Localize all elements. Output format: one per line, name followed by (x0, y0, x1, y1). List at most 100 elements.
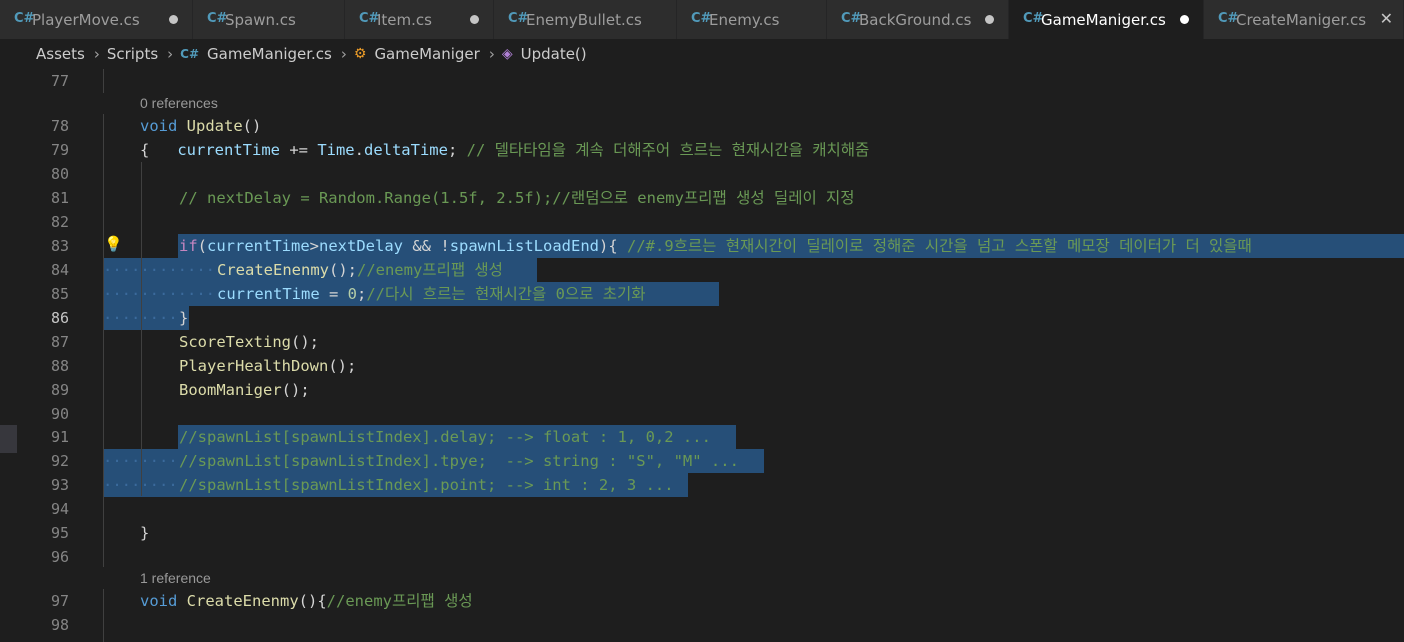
token-function: CreateEnenmy (217, 261, 329, 279)
line-number-current: 86 (50, 309, 69, 327)
code-line: 81 // nextDelay = Random.Range(1.5f, 2.5… (0, 186, 1404, 210)
token-punct: ){ (599, 237, 627, 255)
token-punct: (){ (298, 592, 327, 610)
line-number: 98 (50, 616, 69, 634)
chevron-right-icon: › (488, 45, 495, 63)
token-punct: ( (197, 237, 208, 255)
token-variable: nextDelay (319, 237, 404, 255)
code-editor[interactable]: 0 references 1 reference 💡 77 78 void Up… (0, 69, 1404, 642)
token-keyword: void (140, 592, 178, 610)
token-class: Time (317, 141, 355, 159)
unsaved-dot-icon[interactable] (985, 15, 994, 24)
code-line: 86 ········ } (0, 306, 1404, 330)
line-number: 78 (50, 117, 69, 135)
unsaved-dot-icon[interactable] (470, 15, 479, 24)
code-line: 93 ········ //spawnList[spawnListIndex].… (0, 473, 1404, 497)
token-punct: } (140, 524, 150, 542)
codelens-references[interactable]: 0 references (140, 93, 218, 113)
token-variable: currentTime (177, 141, 280, 159)
code-line: 78 void Update() (0, 114, 1404, 138)
unsaved-dot-icon[interactable] (1180, 15, 1189, 24)
line-number: 77 (50, 72, 69, 90)
tab-label: GameManiger.cs (1041, 10, 1166, 29)
code-text: BoomManiger(); (179, 378, 310, 402)
tab-item[interactable]: C# Item.cs (345, 0, 494, 39)
line-number: 83 (50, 237, 69, 255)
token-punct: ; (357, 285, 367, 303)
token-punct: . (354, 141, 364, 159)
line-number: 81 (50, 189, 69, 207)
token-operator: += (279, 141, 318, 159)
code-line: 80 (0, 162, 1404, 186)
tab-label: Enemy.cs (709, 10, 780, 29)
line-number: 93 (50, 476, 69, 494)
token-punct: (); (328, 261, 357, 279)
tab-label: BackGround.cs (859, 10, 972, 29)
token-function: PlayerHealthDown (179, 357, 329, 375)
code-text: PlayerHealthDown(); (179, 354, 356, 378)
code-line: 97 void CreateEnenmy(){//enemy프리팹 생성 (0, 589, 1404, 613)
breadcrumb-method[interactable]: Update() (521, 45, 587, 63)
code-line: 91 //spawnList[spawnListIndex].delay; --… (0, 425, 1404, 449)
breadcrumb-scripts[interactable]: Scripts (107, 45, 158, 63)
token-comment: //spawnList[spawnListIndex].delay; --> f… (179, 428, 711, 446)
chevron-right-icon: › (340, 45, 347, 63)
tab-enemy[interactable]: C# Enemy.cs (677, 0, 827, 39)
tab-gamemaniger[interactable]: C# GameManiger.cs (1009, 0, 1204, 39)
method-cube-icon: ◈ (501, 46, 513, 62)
breadcrumb-class[interactable]: GameManiger (374, 45, 479, 63)
whitespace-marker: ············ (103, 285, 215, 303)
line-number: 89 (50, 381, 69, 399)
token-variable: spawnListLoadEnd (449, 237, 599, 255)
code-text: void CreateEnenmy(){//enemy프리팹 생성 (140, 589, 473, 613)
token-comment: // nextDelay = Random.Range(1.5f, 2.5f);… (179, 189, 855, 207)
tab-createmaniger[interactable]: C# CreateManiger.cs ✕ (1204, 0, 1404, 39)
whitespace-marker: ········ (103, 309, 178, 327)
breadcrumb: Assets › Scripts › C# GameManiger.cs › ⚙… (0, 39, 1404, 69)
editor-tab-bar: C# PlayerMove.cs C# Spawn.cs C# Item.cs … (0, 0, 1404, 39)
code-text: CreateEnenmy();//enemy프리팹 생성 (217, 258, 503, 282)
code-line: 94 (0, 497, 1404, 521)
code-line: 88 PlayerHealthDown(); (0, 354, 1404, 378)
token-variable: deltaTime (363, 141, 448, 159)
line-number: 79 (50, 141, 69, 159)
code-line: 85 ············ currentTime = 0;//다시 흐르는… (0, 282, 1404, 306)
line-number: 87 (50, 333, 69, 351)
csharp-file-icon: C# (508, 11, 529, 26)
code-line: 77 (0, 69, 1404, 93)
token-punct: () (242, 117, 262, 135)
line-number: 88 (50, 357, 69, 375)
token-comment: //enemy프리팹 생성 (356, 261, 503, 279)
code-line: 96 (0, 545, 1404, 569)
code-line: 90 (0, 402, 1404, 426)
breadcrumb-file[interactable]: GameManiger.cs (207, 45, 332, 63)
line-number: 95 (50, 524, 69, 542)
line-number: 85 (50, 285, 69, 303)
token-comment: //spawnList[spawnListIndex].point; --> i… (179, 476, 674, 494)
breadcrumb-assets[interactable]: Assets (36, 45, 85, 63)
token-punct: (); (328, 357, 357, 375)
tab-spawn[interactable]: C# Spawn.cs (193, 0, 345, 39)
line-number: 96 (50, 548, 69, 566)
token-comment: //spawnList[spawnListIndex].tpye; --> st… (179, 452, 739, 470)
tab-enemybullet[interactable]: C# EnemyBullet.cs (494, 0, 677, 39)
tab-playermove[interactable]: C# PlayerMove.cs (0, 0, 193, 39)
code-line: 82 (0, 210, 1404, 234)
close-icon[interactable]: ✕ (1380, 9, 1393, 28)
unsaved-dot-icon[interactable] (169, 15, 178, 24)
token-keyword: if (179, 237, 198, 255)
token-operator: = (319, 285, 348, 303)
code-line: 92 ········ //spawnList[spawnListIndex].… (0, 449, 1404, 473)
code-text: if(currentTime>nextDelay && !spawnListLo… (179, 234, 1252, 258)
tab-background[interactable]: C# BackGround.cs (827, 0, 1009, 39)
line-number: 90 (50, 405, 69, 423)
class-icon: ⚙ (353, 46, 367, 62)
tab-label: Spawn.cs (225, 10, 296, 29)
whitespace-marker: ········ (103, 452, 178, 470)
csharp-file-icon: C# (1218, 11, 1239, 26)
codelens-references[interactable]: 1 reference (140, 568, 211, 588)
code-text: ScoreTexting(); (179, 330, 319, 354)
whitespace-marker: ············ (103, 261, 215, 279)
tab-label: PlayerMove.cs (32, 10, 140, 29)
token-operator: > (309, 237, 320, 255)
